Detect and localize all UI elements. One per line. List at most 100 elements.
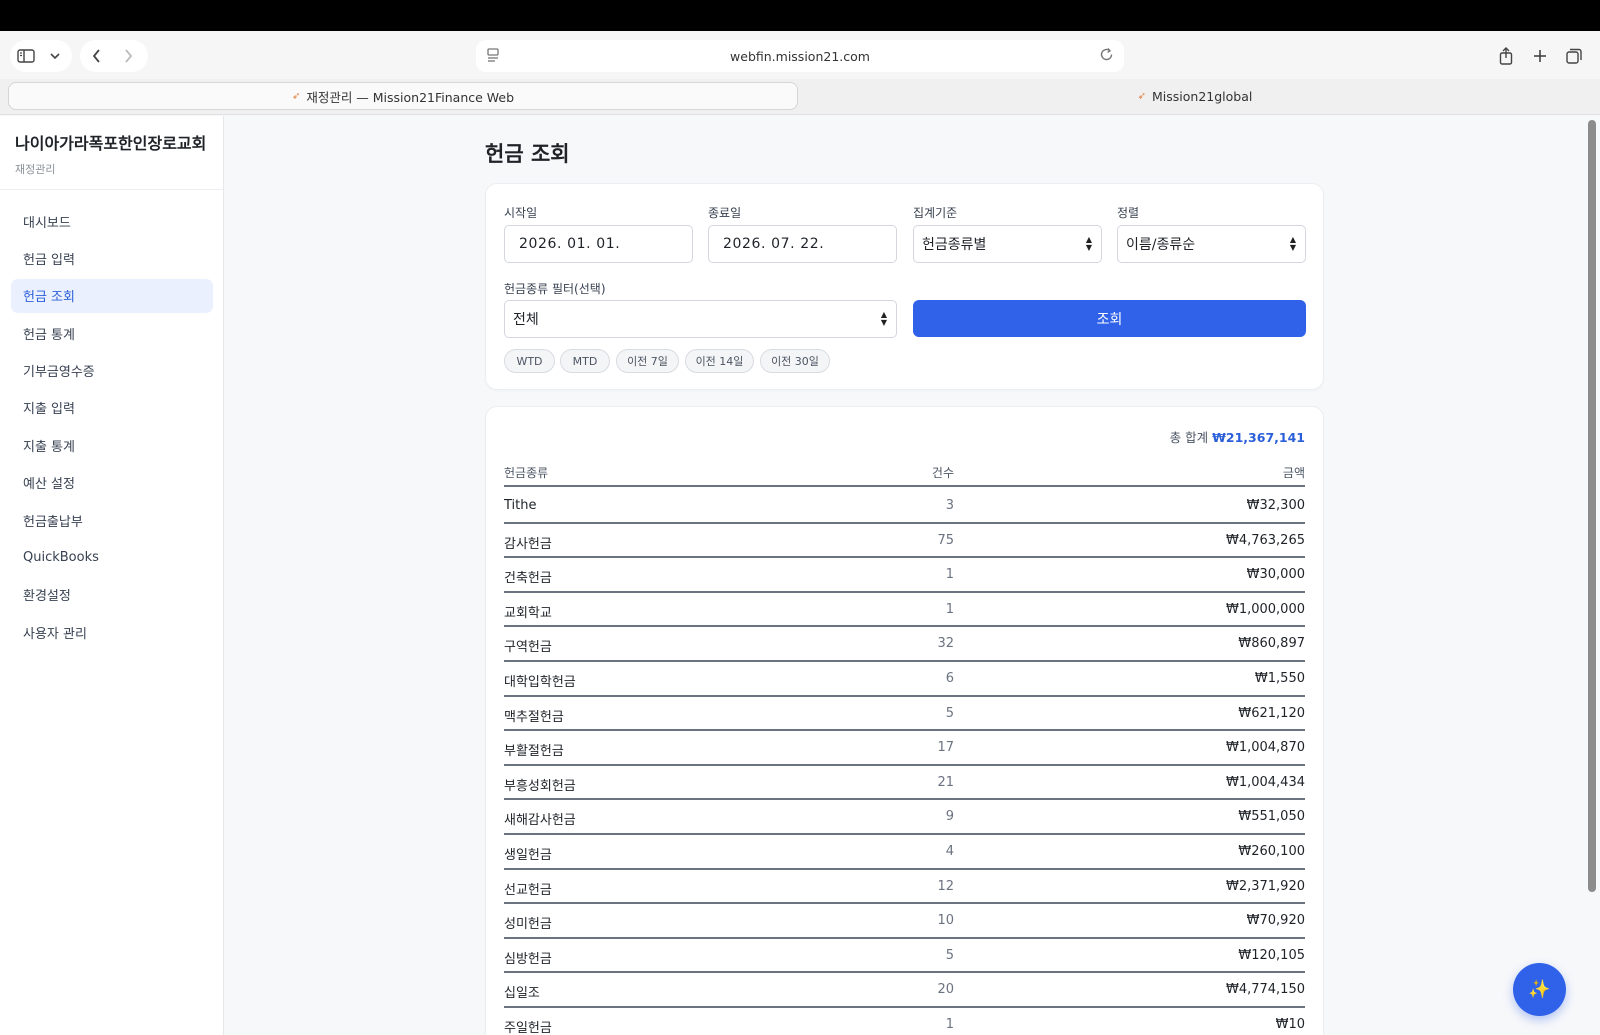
sidebar: 나이아가라폭포한인장로교회 재정관리 대시보드 헌금 입력 헌금 조회 헌금 통… bbox=[0, 116, 224, 1035]
sidebar-item-offering-entry[interactable]: 헌금 입력 bbox=[11, 241, 213, 275]
sidebar-item-donation-receipt[interactable]: 기부금영수증 bbox=[11, 354, 213, 388]
grand-total-label: 총 합계 bbox=[1169, 430, 1209, 445]
chip-last-14-days[interactable]: 이전 14일 bbox=[685, 349, 754, 373]
org-subtitle: 재정관리 bbox=[15, 163, 56, 176]
grand-total-value: ₩21,367,141 bbox=[1212, 430, 1305, 445]
cell-amount: ₩860,897 bbox=[1238, 636, 1305, 652]
select-caret-icon: ▲ ▼ bbox=[1085, 235, 1093, 252]
sidebar-toggle-group[interactable] bbox=[10, 40, 72, 72]
tab-finance-web[interactable]: ➶ 재정관리 — Mission21Finance Web bbox=[8, 82, 798, 110]
org-name: 나이아가라폭포한인장로교회 bbox=[15, 134, 207, 153]
cell-count: 3 bbox=[945, 498, 954, 513]
table-body: Tithe 3 ₩32,300 감사헌금 75 ₩4,763,265 건축헌금 1 ₩30,00… bbox=[504, 489, 1305, 1035]
page-menu-icon[interactable] bbox=[486, 47, 500, 66]
table-row: 선교헌금 12 ₩2,371,920 bbox=[504, 870, 1305, 905]
cell-amount: ₩32,300 bbox=[1246, 498, 1305, 513]
browser-toolbar: webfin.mission21.com bbox=[0, 31, 1600, 79]
cell-type: 생일헌금 bbox=[504, 847, 552, 863]
table-row: 건축헌금 1 ₩30,000 bbox=[504, 558, 1305, 593]
page-scrollbar[interactable] bbox=[1584, 116, 1600, 1035]
tab-overview-icon[interactable] bbox=[1558, 40, 1590, 72]
cell-amount: ₩30,000 bbox=[1246, 567, 1305, 583]
sidebar-item-budget-settings[interactable]: 예산 설정 bbox=[11, 466, 213, 500]
cell-type: 주일헌금 bbox=[504, 1020, 552, 1035]
chip-last-7-days[interactable]: 이전 7일 bbox=[616, 349, 679, 373]
column-header-amount[interactable]: 금액 bbox=[1283, 464, 1305, 481]
cell-count: 20 bbox=[937, 982, 954, 998]
sidebar-item-offering-stats[interactable]: 헌금 통계 bbox=[11, 316, 213, 350]
cell-count: 1 bbox=[945, 1016, 954, 1032]
nav-buttons bbox=[80, 40, 148, 72]
tab-mission21global[interactable]: ➶ Mission21global bbox=[800, 82, 1590, 110]
chip-wtd[interactable]: WTD bbox=[504, 349, 555, 373]
sort-value: 이름/종류순 bbox=[1126, 237, 1196, 253]
sidebar-toggle-icon[interactable] bbox=[10, 40, 42, 72]
cell-amount: ₩70,920 bbox=[1246, 913, 1305, 929]
end-date-input[interactable]: 2026. 07. 22. bbox=[708, 225, 897, 263]
cell-amount: ₩260,100 bbox=[1238, 843, 1305, 859]
back-arrow-icon[interactable] bbox=[80, 40, 112, 72]
column-header-count[interactable]: 건수 bbox=[924, 464, 954, 481]
tab-label: Mission21global bbox=[1152, 88, 1253, 104]
offering-type-value: 전체 bbox=[513, 312, 539, 328]
cell-count: 10 bbox=[937, 913, 954, 929]
start-date-input[interactable]: 2026. 01. 01. bbox=[504, 225, 693, 263]
site-favicon-icon: ➶ bbox=[291, 90, 301, 102]
cell-amount: ₩10 bbox=[1275, 1016, 1305, 1032]
sort-label: 정렬 bbox=[1117, 206, 1140, 220]
cell-count: 4 bbox=[945, 843, 954, 859]
sort-select[interactable]: 이름/종류순 ▲ ▼ bbox=[1117, 225, 1306, 263]
cell-type: 십일조 bbox=[504, 986, 540, 1002]
cell-type: 교회학교 bbox=[504, 605, 552, 621]
cell-amount: ₩1,004,870 bbox=[1225, 740, 1305, 756]
forward-arrow-icon[interactable] bbox=[112, 40, 144, 72]
cell-type: 부흥성회헌금 bbox=[504, 778, 576, 794]
sidebar-item-offering-ledger[interactable]: 헌금출납부 bbox=[11, 503, 213, 537]
cell-count: 5 bbox=[945, 705, 954, 721]
results-card: 총 합계 ₩21,367,141 헌금종류 건수 금액 Tithe 3 ₩32,300… bbox=[485, 406, 1324, 1035]
cell-amount: ₩621,120 bbox=[1238, 705, 1305, 721]
share-icon[interactable] bbox=[1490, 40, 1522, 72]
table-row: 생일헌금 4 ₩260,100 bbox=[504, 835, 1305, 870]
cell-count: 12 bbox=[937, 878, 954, 894]
sidebar-item-offering-lookup[interactable]: 헌금 조회 bbox=[11, 278, 213, 313]
org-header: 나이아가라폭포한인장로교회 재정관리 bbox=[0, 116, 223, 190]
offering-type-select[interactable]: 전체 ▲ ▼ bbox=[504, 300, 897, 338]
sparkles-icon: ✨ bbox=[1528, 979, 1551, 1000]
cell-amount: ₩2,371,920 bbox=[1225, 878, 1305, 894]
sidebar-item-quickbooks[interactable]: QuickBooks bbox=[11, 541, 213, 575]
sidebar-item-expense-stats[interactable]: 지출 통계 bbox=[11, 428, 213, 462]
url-text: webfin.mission21.com bbox=[730, 48, 870, 64]
sidebar-item-settings[interactable]: 환경설정 bbox=[11, 578, 213, 612]
sidebar-item-user-management[interactable]: 사용자 관리 bbox=[11, 615, 213, 649]
tab-bar: ➶ 재정관리 — Mission21Finance Web ➶ Mission2… bbox=[0, 79, 1600, 115]
cell-type: 감사헌금 bbox=[504, 536, 552, 552]
cell-count: 1 bbox=[945, 567, 954, 583]
new-tab-icon[interactable] bbox=[1524, 40, 1556, 72]
ai-assistant-button[interactable]: ✨ bbox=[1513, 963, 1566, 1016]
reload-icon[interactable] bbox=[1099, 47, 1114, 65]
table-row: 심방헌금 5 ₩120,105 bbox=[504, 939, 1305, 974]
top-black-bar bbox=[0, 0, 1600, 31]
cell-type: 새해감사헌금 bbox=[504, 813, 576, 829]
chip-mtd[interactable]: MTD bbox=[560, 349, 610, 373]
group-by-select[interactable]: 헌금종류별 ▲ ▼ bbox=[913, 225, 1102, 263]
chip-last-30-days[interactable]: 이전 30일 bbox=[760, 349, 830, 373]
tab-label: 재정관리 — Mission21Finance Web bbox=[306, 89, 515, 105]
select-caret-icon: ▲ ▼ bbox=[880, 310, 888, 327]
cell-amount: ₩4,774,150 bbox=[1225, 982, 1305, 998]
table-row: Tithe 3 ₩32,300 bbox=[504, 489, 1305, 524]
sidebar-item-expense-entry[interactable]: 지출 입력 bbox=[11, 391, 213, 425]
address-bar[interactable]: webfin.mission21.com bbox=[476, 40, 1124, 72]
chevron-down-icon[interactable] bbox=[42, 40, 68, 72]
table-row: 새해감사헌금 9 ₩551,050 bbox=[504, 800, 1305, 835]
page-title: 헌금 조회 bbox=[485, 142, 570, 166]
scrollbar-thumb[interactable] bbox=[1588, 120, 1596, 892]
column-header-type[interactable]: 헌금종류 bbox=[504, 464, 548, 481]
cell-count: 21 bbox=[937, 774, 954, 790]
query-button[interactable]: 조회 bbox=[913, 300, 1306, 337]
group-by-value: 헌금종류별 bbox=[922, 237, 987, 253]
grand-total: 총 합계 ₩21,367,141 bbox=[1170, 427, 1305, 446]
sidebar-item-dashboard[interactable]: 대시보드 bbox=[11, 204, 213, 238]
offering-type-filter-label: 헌금종류 필터(선택) bbox=[504, 282, 606, 296]
